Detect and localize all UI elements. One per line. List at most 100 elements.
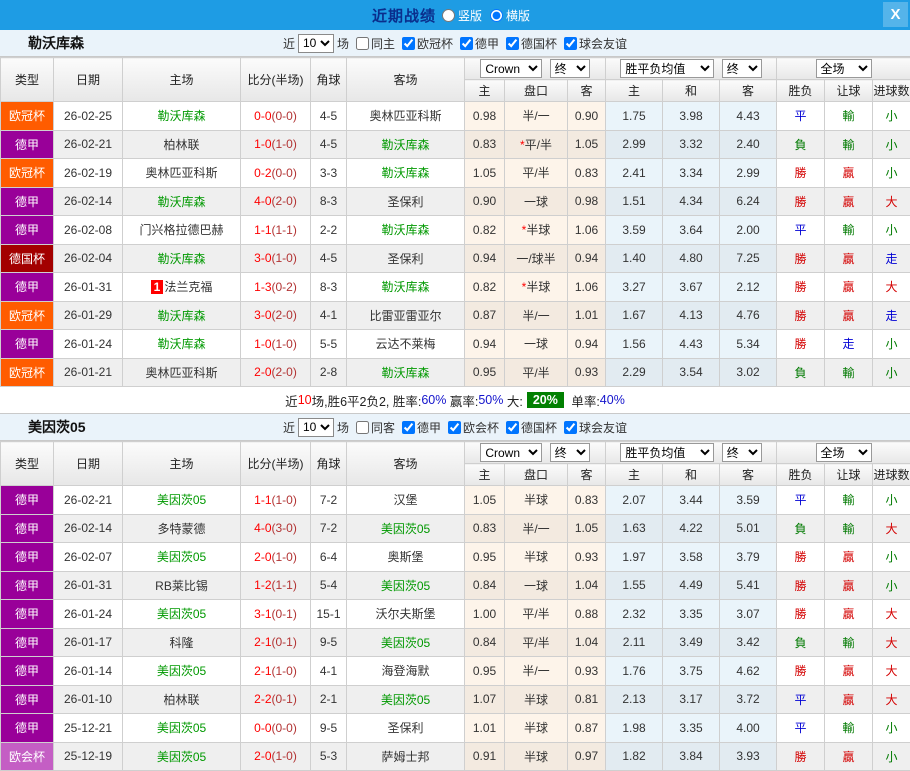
home-team[interactable]: 美因茨05	[123, 714, 241, 743]
away-team[interactable]: 美因茨05	[347, 571, 465, 600]
same-venue-checkbox[interactable]	[356, 37, 369, 50]
competition-filter[interactable]: 球会友谊	[557, 35, 627, 52]
home-team-name[interactable]: 勒沃库森	[157, 309, 205, 323]
away-team[interactable]: 勒沃库森	[347, 358, 465, 387]
competition-filter[interactable]: 球会友谊	[557, 419, 627, 436]
home-team-name[interactable]: 勒沃库森	[157, 337, 205, 351]
away-team-name[interactable]: 美因茨05	[381, 693, 430, 707]
competition-filter-checkbox[interactable]	[564, 421, 577, 434]
avg-odds-select[interactable]: 胜平负均值	[620, 59, 714, 78]
home-team-name[interactable]: 美因茨05	[157, 493, 206, 507]
odds-stage-select[interactable]: 终	[550, 443, 590, 462]
avg-odds-select[interactable]: 胜平负均值	[620, 443, 714, 462]
odds-stage-select[interactable]: 终	[550, 59, 590, 78]
recent-count-select[interactable]: 10	[298, 418, 334, 437]
away-team-name[interactable]: 美因茨05	[381, 579, 430, 593]
home-team[interactable]: 美因茨05	[123, 486, 241, 515]
away-team-name[interactable]: 奥林匹亚科斯	[369, 109, 441, 123]
competition-filter[interactable]: 欧冠杯	[395, 35, 453, 52]
competition-filter[interactable]: 德甲	[453, 35, 499, 52]
competition-filter-checkbox[interactable]	[564, 37, 577, 50]
home-team-name[interactable]: 美因茨05	[157, 664, 206, 678]
avg-stage-select[interactable]: 终	[722, 59, 762, 78]
home-team-name[interactable]: RB莱比锡	[155, 579, 208, 593]
away-team[interactable]: 汉堡	[347, 486, 465, 515]
radio-horizontal[interactable]: 横版	[490, 7, 530, 24]
home-team[interactable]: 勒沃库森	[123, 102, 241, 131]
scope-select[interactable]: 全场	[816, 59, 872, 78]
same-venue-checkbox[interactable]	[356, 421, 369, 434]
home-team[interactable]: 勒沃库森	[123, 330, 241, 359]
competition-filter-checkbox[interactable]	[506, 37, 519, 50]
away-team[interactable]: 圣保利	[347, 714, 465, 743]
home-team-name[interactable]: 柏林联	[163, 138, 199, 152]
radio-vertical[interactable]: 竖版	[442, 7, 482, 24]
home-team-name[interactable]: 门兴格拉德巴赫	[139, 223, 223, 237]
home-team-name[interactable]: 勒沃库森	[157, 109, 205, 123]
home-team[interactable]: 美因茨05	[123, 742, 241, 771]
away-team[interactable]: 圣保利	[347, 187, 465, 216]
home-team-name[interactable]: 柏林联	[163, 693, 199, 707]
scope-select[interactable]: 全场	[816, 443, 872, 462]
home-team-name[interactable]: 科隆	[169, 636, 193, 650]
home-team[interactable]: 1法兰克福	[123, 273, 241, 302]
away-team[interactable]: 沃尔夫斯堡	[347, 600, 465, 629]
home-team[interactable]: 柏林联	[123, 130, 241, 159]
home-team[interactable]: 美因茨05	[123, 657, 241, 686]
competition-filter-checkbox[interactable]	[448, 421, 461, 434]
away-team-name[interactable]: 勒沃库森	[381, 280, 429, 294]
radio-vertical-input[interactable]	[442, 9, 455, 22]
away-team[interactable]: 萨姆士邦	[347, 742, 465, 771]
home-team-name[interactable]: 奥林匹亚科斯	[145, 166, 217, 180]
recent-count-select[interactable]: 10	[298, 34, 334, 53]
home-team[interactable]: 勒沃库森	[123, 244, 241, 273]
away-team-name[interactable]: 沃尔夫斯堡	[375, 607, 435, 621]
home-team[interactable]: 门兴格拉德巴赫	[123, 216, 241, 245]
away-team[interactable]: 勒沃库森	[347, 159, 465, 188]
radio-horizontal-input[interactable]	[490, 9, 503, 22]
away-team-name[interactable]: 云达不莱梅	[375, 337, 435, 351]
away-team[interactable]: 奥林匹亚科斯	[347, 102, 465, 131]
home-team[interactable]: 奥林匹亚科斯	[123, 358, 241, 387]
away-team-name[interactable]: 勒沃库森	[381, 366, 429, 380]
home-team-name[interactable]: 美因茨05	[157, 721, 206, 735]
competition-filter-checkbox[interactable]	[402, 37, 415, 50]
away-team-name[interactable]: 奥斯堡	[387, 550, 423, 564]
away-team[interactable]: 海登海默	[347, 657, 465, 686]
away-team[interactable]: 云达不莱梅	[347, 330, 465, 359]
away-team-name[interactable]: 勒沃库森	[381, 223, 429, 237]
home-team[interactable]: 柏林联	[123, 685, 241, 714]
home-team[interactable]: 美因茨05	[123, 600, 241, 629]
competition-filter-checkbox[interactable]	[506, 421, 519, 434]
away-team[interactable]: 勒沃库森	[347, 216, 465, 245]
away-team-name[interactable]: 勒沃库森	[381, 138, 429, 152]
away-team-name[interactable]: 美因茨05	[381, 522, 430, 536]
home-team[interactable]: 多特蒙德	[123, 514, 241, 543]
home-team[interactable]: RB莱比锡	[123, 571, 241, 600]
home-team[interactable]: 勒沃库森	[123, 187, 241, 216]
same-venue-filter[interactable]: 同客	[349, 419, 395, 436]
away-team-name[interactable]: 圣保利	[387, 721, 423, 735]
away-team-name[interactable]: 比雷亚雷亚尔	[369, 309, 441, 323]
home-team[interactable]: 奥林匹亚科斯	[123, 159, 241, 188]
home-team-name[interactable]: 勒沃库森	[157, 252, 205, 266]
home-team-name[interactable]: 勒沃库森	[157, 195, 205, 209]
away-team-name[interactable]: 圣保利	[387, 252, 423, 266]
competition-filter-checkbox[interactable]	[460, 37, 473, 50]
competition-filter[interactable]: 德甲	[395, 419, 441, 436]
home-team-name[interactable]: 美因茨05	[157, 607, 206, 621]
competition-filter[interactable]: 德国杯	[499, 35, 557, 52]
competition-filter-checkbox[interactable]	[402, 421, 415, 434]
away-team-name[interactable]: 汉堡	[393, 493, 417, 507]
away-team-name[interactable]: 美因茨05	[381, 636, 430, 650]
avg-stage-select[interactable]: 终	[722, 443, 762, 462]
home-team-name[interactable]: 美因茨05	[157, 550, 206, 564]
competition-filter[interactable]: 欧会杯	[441, 419, 499, 436]
away-team[interactable]: 美因茨05	[347, 514, 465, 543]
away-team-name[interactable]: 勒沃库森	[381, 166, 429, 180]
away-team[interactable]: 勒沃库森	[347, 130, 465, 159]
home-team[interactable]: 科隆	[123, 628, 241, 657]
close-icon[interactable]: X	[883, 2, 908, 27]
same-venue-filter[interactable]: 同主	[349, 35, 395, 52]
away-team[interactable]: 奥斯堡	[347, 543, 465, 572]
